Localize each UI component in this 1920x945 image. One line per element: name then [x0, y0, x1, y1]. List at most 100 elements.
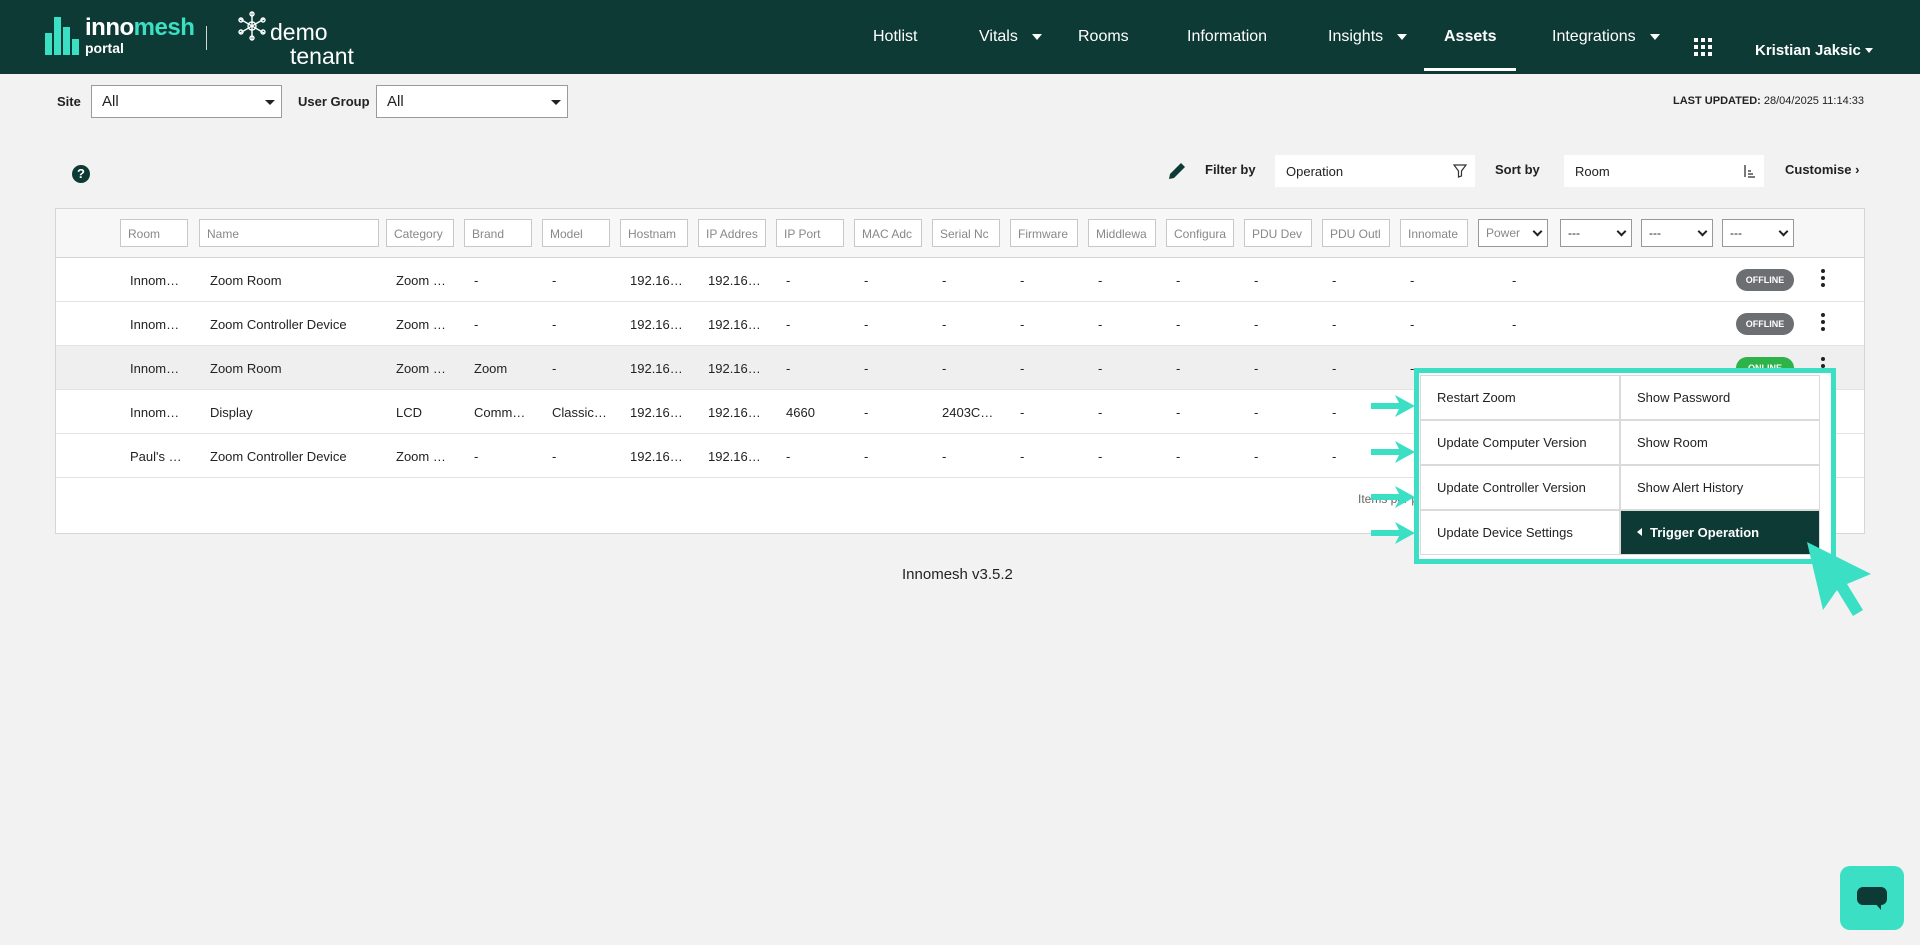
sort-ascending-icon[interactable]: [1742, 164, 1756, 178]
table-cell: -: [1020, 273, 1025, 288]
user-menu[interactable]: Kristian Jaksic: [1755, 0, 1873, 100]
customise-button[interactable]: Customise ›: [1785, 162, 1859, 177]
status-badge: OFFLINE: [1736, 269, 1794, 291]
nav-assets[interactable]: Assets: [1424, 0, 1517, 74]
chat-bubble-icon: [1857, 887, 1887, 905]
col-filter-name[interactable]: Name: [199, 219, 379, 247]
table-cell: Zoom …: [396, 317, 446, 332]
site-select[interactable]: All: [91, 85, 282, 118]
table-cell: Zoom Room: [210, 273, 282, 288]
innomesh-logo[interactable]: innomesh portal: [45, 16, 195, 55]
table-cell: -: [1410, 317, 1415, 332]
table-cell: 192.16…: [630, 273, 683, 288]
chat-button[interactable]: [1840, 866, 1904, 930]
table-cell: -: [1020, 405, 1025, 420]
chevron-down-icon: [1697, 226, 1708, 237]
col-filter-pdu-device[interactable]: PDU Dev: [1244, 219, 1312, 247]
table-cell: -: [942, 317, 947, 332]
nav-rooms[interactable]: Rooms: [1078, 0, 1129, 74]
table-row[interactable]: Innom… Zoom Controller Device Zoom … - - 192.…: [56, 302, 1864, 346]
table-cell: -: [1254, 273, 1259, 288]
table-cell: 192.16…: [708, 317, 761, 332]
help-icon[interactable]: ?: [72, 165, 90, 183]
table-cell: -: [942, 273, 947, 288]
nav-information[interactable]: Information: [1187, 0, 1267, 74]
col-filter-pdu-outlet[interactable]: PDU Outl: [1322, 219, 1390, 247]
table-cell: Zoom: [474, 361, 508, 376]
site-label: Site: [57, 94, 81, 109]
table-cell: -: [552, 273, 557, 288]
table-cell: -: [1332, 273, 1337, 288]
nav-insights[interactable]: Insights: [1328, 0, 1408, 74]
col-filter-innomate[interactable]: Innomate: [1400, 219, 1468, 247]
pencil-icon[interactable]: [1166, 160, 1188, 182]
col-filter-serial-no[interactable]: Serial Nc: [932, 219, 1000, 247]
sort-by-input[interactable]: Room: [1564, 155, 1764, 187]
col-select-3[interactable]: ---: [1722, 219, 1794, 247]
table-cell: LCD: [396, 405, 423, 420]
col-filter-model[interactable]: Model: [542, 219, 610, 247]
col-filter-middleware[interactable]: Middlewa: [1088, 219, 1156, 247]
col-filter-category[interactable]: Category: [386, 219, 454, 247]
col-filter-hostname[interactable]: Hostnam: [620, 219, 688, 247]
last-updated: LAST UPDATED: 28/04/2025 11:14:33: [1673, 95, 1864, 107]
col-filter-room[interactable]: Room: [120, 219, 188, 247]
filter-by-label: Filter by: [1205, 162, 1256, 177]
table-cell: Zoom Controller Device: [210, 317, 347, 332]
table-cell: 192.16…: [708, 361, 761, 376]
col-filter-brand[interactable]: Brand: [464, 219, 532, 247]
table-cell: -: [1098, 449, 1103, 464]
col-filter-power[interactable]: Power: [1478, 219, 1548, 247]
menu-restart-zoom[interactable]: Restart Zoom: [1420, 375, 1620, 420]
table-cell: -: [1020, 361, 1025, 376]
table-cell: -: [1332, 405, 1337, 420]
funnel-icon[interactable]: [1453, 164, 1467, 178]
tenant-line2: tenant: [290, 43, 354, 69]
table-cell: -: [552, 361, 557, 376]
menu-update-device-settings[interactable]: Update Device Settings: [1420, 510, 1620, 555]
status-badge: OFFLINE: [1736, 313, 1794, 335]
col-filter-firmware[interactable]: Firmware: [1010, 219, 1078, 247]
table-cell: Zoom Room: [210, 361, 282, 376]
col-filter-mac-address[interactable]: MAC Adc: [854, 219, 922, 247]
col-filter-ip-address[interactable]: IP Addres: [698, 219, 766, 247]
table-cell: Zoom …: [396, 449, 446, 464]
table-cell: Zoom …: [396, 361, 446, 376]
col-select-1[interactable]: ---: [1560, 219, 1632, 247]
menu-trigger-operation[interactable]: Trigger Operation: [1620, 510, 1820, 555]
more-options-icon[interactable]: [1821, 269, 1825, 287]
filter-by-input[interactable]: Operation: [1275, 155, 1475, 187]
table-cell: -: [864, 273, 869, 288]
table-cell: 2403C…: [942, 405, 994, 420]
sort-by-label: Sort by: [1495, 162, 1540, 177]
more-options-icon[interactable]: [1821, 313, 1825, 331]
apps-grid-icon[interactable]: [1694, 38, 1712, 56]
table-cell: -: [1512, 273, 1517, 288]
table-cell: -: [474, 449, 479, 464]
menu-show-password[interactable]: Show Password: [1620, 375, 1820, 420]
col-filter-ip-port[interactable]: IP Port: [776, 219, 844, 247]
table-cell: 192.16…: [630, 317, 683, 332]
nav-vitals[interactable]: Vitals: [979, 0, 1042, 74]
menu-show-alert-history[interactable]: Show Alert History: [1620, 465, 1820, 510]
table-cell: -: [786, 449, 791, 464]
table-cell: 192.16…: [708, 273, 761, 288]
table-cell: Paul's …: [130, 449, 182, 464]
chevron-down-icon: [1864, 47, 1873, 53]
table-cell: 192.16…: [708, 449, 761, 464]
user-group-select[interactable]: All: [376, 85, 568, 118]
menu-show-room[interactable]: Show Room: [1620, 420, 1820, 465]
chevron-left-icon: [1637, 528, 1642, 536]
menu-update-computer-version[interactable]: Update Computer Version: [1420, 420, 1620, 465]
mouse-cursor-icon: [1807, 542, 1871, 616]
col-filter-configuration[interactable]: Configura: [1166, 219, 1234, 247]
table-row[interactable]: Innom… Zoom Room Zoom … - - 192.16… 192.16… - - -…: [56, 258, 1864, 302]
table-cell: Zoom …: [396, 273, 446, 288]
table-cell: Comm…: [474, 405, 526, 420]
pointer-arrow-icon: [1371, 522, 1415, 544]
chevron-down-icon: [1031, 34, 1042, 40]
menu-update-controller-version[interactable]: Update Controller Version: [1420, 465, 1620, 510]
nav-hotlist[interactable]: Hotlist: [873, 0, 917, 74]
col-select-2[interactable]: ---: [1641, 219, 1713, 247]
nav-integrations[interactable]: Integrations: [1552, 0, 1660, 74]
